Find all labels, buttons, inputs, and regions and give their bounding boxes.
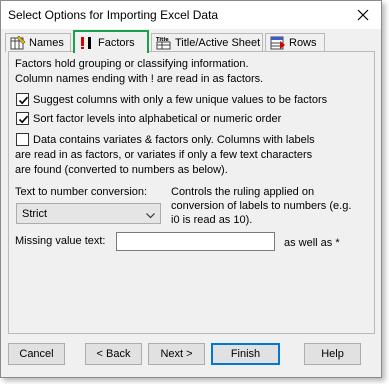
tab-rows[interactable]: Rows [265,33,325,52]
tab-title-label: Title/Active Sheet [175,37,261,49]
tab-names-label: Names [29,37,64,49]
tab-factors[interactable]: Factors [73,30,149,53]
factors-icon [79,36,95,50]
cancel-button[interactable]: Cancel [8,343,65,365]
tab-rows-label: Rows [289,37,317,49]
intro-text-line1: Factors hold grouping or classifying inf… [15,58,249,70]
rows-icon [270,36,286,50]
title-icon: Title [156,36,172,50]
missing-value-suffix: as well as * [284,237,340,249]
window-title: Select Options for Importing Excel Data [8,8,219,22]
names-icon [10,35,26,50]
suggest-factors-checkbox[interactable] [16,93,29,106]
missing-value-label: Missing value text: [15,235,106,247]
factors-panel: Factors hold grouping or classifying inf… [8,51,375,334]
back-button[interactable]: < Back [85,343,142,365]
conversion-label: Text to number conversion: [15,186,148,198]
conversion-select-value: Strict [22,208,48,220]
import-excel-dialog: Select Options for Importing Excel Data … [0,0,382,378]
next-button[interactable]: Next > [148,343,205,365]
close-icon[interactable] [355,7,371,23]
intro-text-line2: Column names ending with ! are read in a… [15,73,264,85]
tab-names[interactable]: Names [5,33,71,52]
sort-levels-label: Sort factor levels into alphabetical or … [33,113,282,125]
variates-factors-checkbox[interactable] [16,133,29,146]
suggest-factors-label: Suggest columns with only a few unique v… [33,94,328,106]
missing-value-input[interactable] [116,232,275,251]
sort-levels-checkbox[interactable] [16,112,29,125]
tab-factors-label: Factors [98,36,135,49]
variates-factors-label-line2: are read in as factors, or variates if o… [15,149,313,161]
conversion-note-line2: conversion of labels to numbers (e.g. [171,200,352,212]
conversion-select[interactable]: Strict [16,203,161,224]
tab-title-active-sheet[interactable]: Title Title/Active Sheet [151,33,263,52]
help-button[interactable]: Help [304,343,361,365]
conversion-note-line1: Controls the ruling applied on [171,186,315,198]
chevron-down-icon [146,210,155,222]
finish-button[interactable]: Finish [211,343,280,365]
variates-factors-label-line1: Data contains variates & factors only. C… [33,134,315,146]
variates-factors-label-line3: are found (converted to numbers as below… [15,164,228,176]
title-bar: Select Options for Importing Excel Data [1,1,381,29]
tab-strip: Names Factors Title Title/Active Sheet R… [1,30,381,53]
conversion-note-line3: i0 is read as 10). [171,214,253,226]
